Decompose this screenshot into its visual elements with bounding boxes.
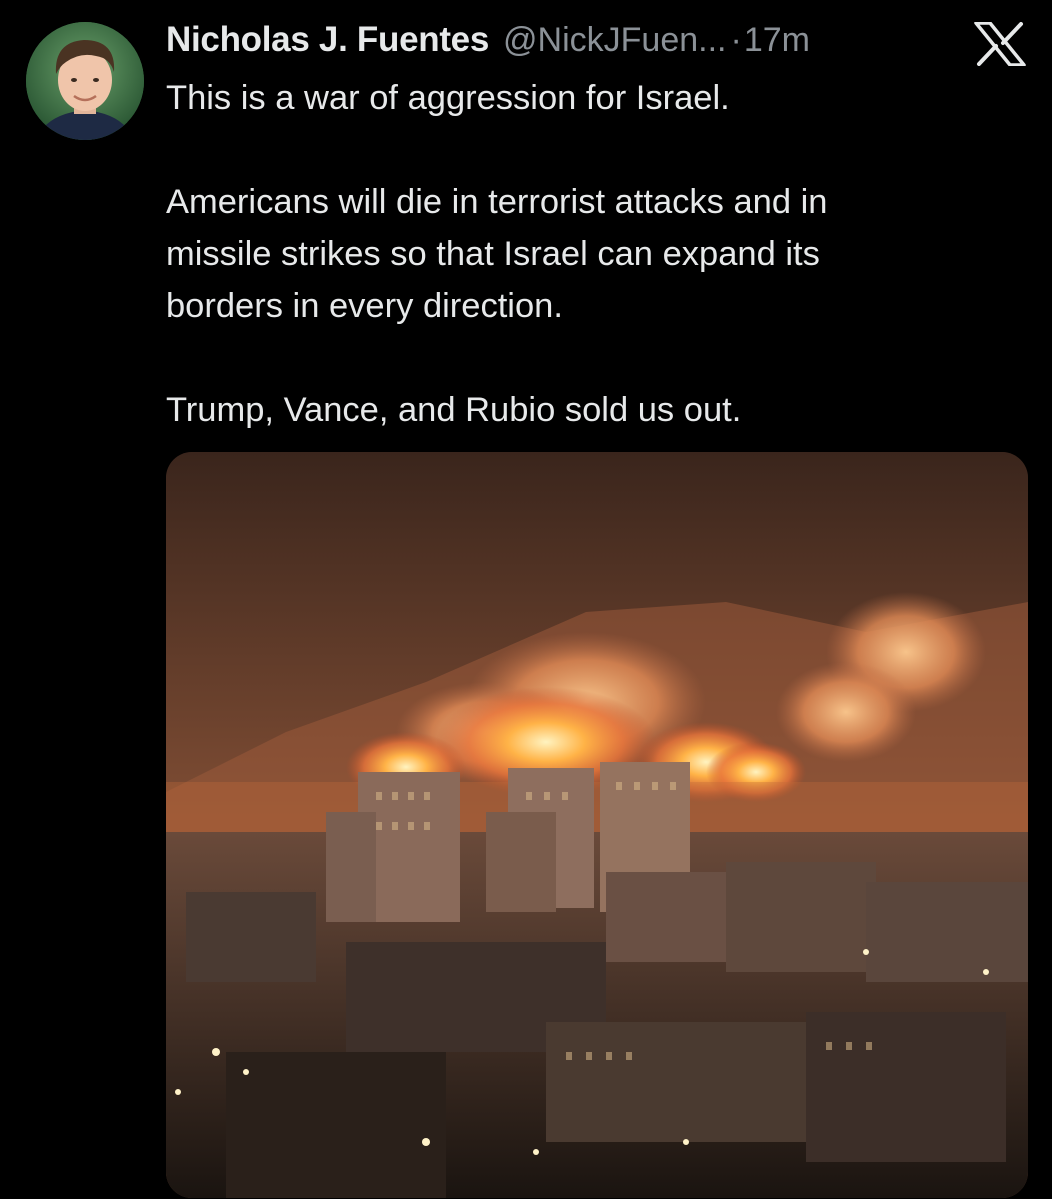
tweet-text-line: Trump, Vance, and Rubio sold us out. — [166, 391, 742, 429]
tweet-text-line: Americans will die in terrorist attacks … — [166, 183, 828, 221]
tweet-text: This is a war of aggression for Israel. … — [166, 72, 1006, 436]
tweet-timestamp[interactable]: 17m — [744, 21, 810, 60]
tweet-header: Nicholas J. Fuentes @NickJFuen... · 17m — [166, 20, 810, 60]
author-handle[interactable]: @NickJFuen... — [503, 21, 726, 60]
tweet-card[interactable]: Nicholas J. Fuentes @NickJFuen... · 17m … — [0, 0, 1052, 1199]
profile-photo-icon — [26, 22, 144, 140]
author-display-name[interactable]: Nicholas J. Fuentes — [166, 20, 489, 60]
night-city-explosions-image — [166, 452, 1028, 1198]
tweet-text-line: missile strikes so that Israel can expan… — [166, 235, 820, 273]
x-logo-icon — [974, 21, 1026, 67]
tweet-text-line: borders in every direction. — [166, 287, 563, 325]
tweet-text-line: This is a war of aggression for Israel. — [166, 79, 730, 117]
tweet-photo[interactable] — [166, 452, 1028, 1198]
author-avatar[interactable] — [26, 22, 144, 140]
header-separator: · — [730, 21, 742, 59]
